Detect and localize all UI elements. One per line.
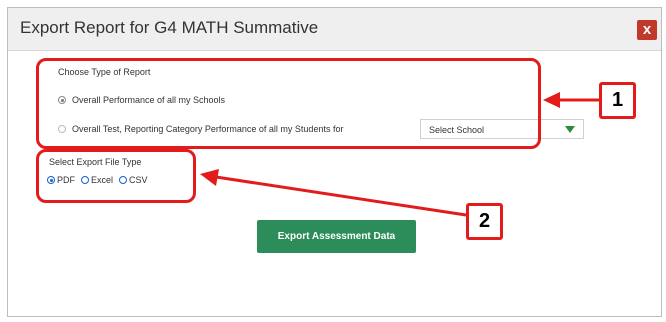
dropdown-arrow-icon: [565, 126, 575, 133]
highlight-box-file-type: [36, 149, 196, 203]
export-assessment-data-button[interactable]: Export Assessment Data: [257, 220, 416, 253]
close-icon: x: [642, 21, 652, 38]
highlight-box-report-type: [36, 58, 541, 149]
callout-1: 1: [599, 82, 636, 119]
dialog-title: Export Report for G4 MATH Summative: [20, 18, 319, 37]
callout-2: 2: [466, 203, 503, 240]
dialog-titlebar: Export Report for G4 MATH Summative x: [8, 8, 661, 51]
close-button[interactable]: x: [637, 20, 657, 40]
